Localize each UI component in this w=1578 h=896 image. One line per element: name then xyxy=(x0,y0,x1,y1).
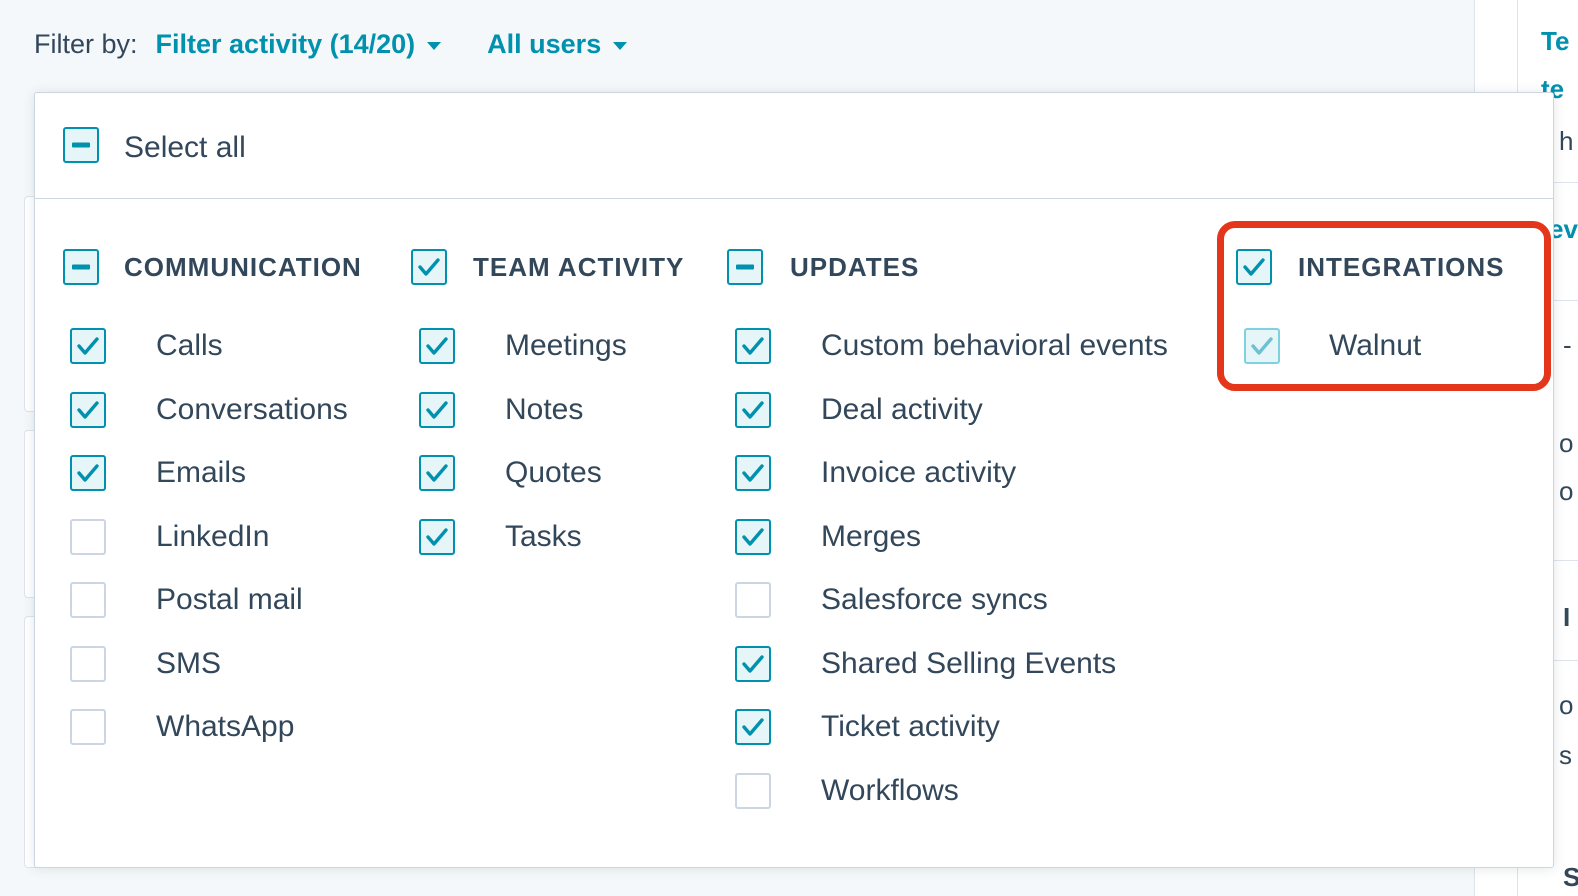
filter-checkbox-calls[interactable] xyxy=(70,328,106,364)
filter-option-label[interactable]: Deal activity xyxy=(821,392,983,428)
users-filter-label: All users xyxy=(487,28,602,59)
group-header: UPDATES xyxy=(790,252,920,282)
filter-checkbox-tasks[interactable] xyxy=(419,519,455,555)
group-header: COMMUNICATION xyxy=(124,252,362,282)
checkmark-icon xyxy=(418,258,440,276)
filter-checkbox-salesforce-syncs[interactable] xyxy=(735,582,771,618)
checkmark-icon xyxy=(77,401,99,419)
filter-checkbox-workflows[interactable] xyxy=(735,773,771,809)
minus-icon xyxy=(72,264,90,270)
filter-option-label[interactable]: Calls xyxy=(156,328,223,364)
sidebar-text-fragment: o xyxy=(1559,690,1574,720)
filter-activity-dropdown[interactable]: Filter activity (14/20) xyxy=(156,29,442,60)
filter-checkbox-ticket-activity[interactable] xyxy=(735,709,771,745)
select-all-row[interactable]: Select all xyxy=(35,93,1553,199)
filter-option-label[interactable]: Invoice activity xyxy=(821,455,1016,491)
filter-checkbox-notes[interactable] xyxy=(419,392,455,428)
filter-option-label[interactable]: Salesforce syncs xyxy=(821,582,1048,618)
sidebar-text-fragment: o xyxy=(1559,476,1574,506)
filter-checkbox-deal-activity[interactable] xyxy=(735,392,771,428)
activity-filter-dropdown: Select all COMMUNICATION Calls Conversatio… xyxy=(34,92,1554,868)
filter-option-label[interactable]: Conversations xyxy=(156,392,348,428)
sidebar-text-fragment: h xyxy=(1559,126,1574,156)
filter-option-label[interactable]: Emails xyxy=(156,455,246,491)
checkmark-icon xyxy=(426,528,448,546)
filter-checkbox-emails[interactable] xyxy=(70,455,106,491)
checkmark-icon xyxy=(77,464,99,482)
checkmark-icon xyxy=(426,401,448,419)
sidebar-text-fragment: s xyxy=(1559,740,1572,770)
filter-activity-label: Filter activity (14/20) xyxy=(155,28,416,59)
users-filter-dropdown[interactable]: All users xyxy=(487,28,628,60)
checkmark-icon xyxy=(742,464,764,482)
checkmark-icon xyxy=(742,655,764,673)
filter-checkbox-quotes[interactable] xyxy=(419,455,455,491)
group-checkbox-communication[interactable] xyxy=(63,249,99,285)
filter-option-label[interactable]: Quotes xyxy=(505,455,602,491)
filter-checkbox-whatsapp[interactable] xyxy=(70,709,106,745)
filter-checkbox-sms[interactable] xyxy=(70,646,106,682)
minus-icon xyxy=(72,142,90,148)
sidebar-text-fragment[interactable]: Te xyxy=(1541,26,1569,57)
filter-checkbox-custom-behavioral-events[interactable] xyxy=(735,328,771,364)
filter-option-label[interactable]: WhatsApp xyxy=(156,709,294,745)
filter-option-label[interactable]: Merges xyxy=(821,519,921,555)
select-all-label: Select all xyxy=(124,131,246,164)
filter-checkbox-postal-mail[interactable] xyxy=(70,582,106,618)
checkmark-icon xyxy=(426,337,448,355)
checkmark-icon xyxy=(426,464,448,482)
filter-option-label[interactable]: Tasks xyxy=(505,519,582,555)
filter-option-label[interactable]: Workflows xyxy=(821,773,959,809)
filter-option-label[interactable]: SMS xyxy=(156,646,221,682)
sidebar-text-fragment: o xyxy=(1559,428,1574,458)
filter-option-label[interactable]: LinkedIn xyxy=(156,519,269,555)
filter-checkbox-merges[interactable] xyxy=(735,519,771,555)
filter-option-label[interactable]: Postal mail xyxy=(156,582,303,618)
filter-checkbox-shared-selling-events[interactable] xyxy=(735,646,771,682)
minus-icon xyxy=(736,264,754,270)
filter-option-label[interactable]: Ticket activity xyxy=(821,709,1000,745)
filter-checkbox-linkedin[interactable] xyxy=(70,519,106,555)
checkmark-icon xyxy=(77,337,99,355)
filter-bar: Filter by: Filter activity (14/20) All u… xyxy=(34,22,628,66)
highlight-box xyxy=(1217,221,1551,391)
sidebar-text-fragment: - xyxy=(1563,330,1572,360)
sidebar-text-fragment: I xyxy=(1563,602,1571,632)
group-checkbox-updates[interactable] xyxy=(727,249,763,285)
checkmark-icon xyxy=(742,528,764,546)
filter-option-label[interactable]: Shared Selling Events xyxy=(821,646,1116,682)
filter-by-label: Filter by: xyxy=(34,28,138,59)
filter-checkbox-meetings[interactable] xyxy=(419,328,455,364)
checkmark-icon xyxy=(742,401,764,419)
sidebar-text-fragment: S xyxy=(1563,862,1578,892)
caret-down-icon xyxy=(613,41,628,50)
filter-option-label[interactable]: Custom behavioral events xyxy=(821,328,1168,364)
group-checkbox-team-activity[interactable] xyxy=(411,249,447,285)
group-header: TEAM ACTIVITY xyxy=(473,252,685,282)
filter-checkbox-conversations[interactable] xyxy=(70,392,106,428)
filter-option-label[interactable]: Notes xyxy=(505,392,583,428)
filter-option-label[interactable]: Meetings xyxy=(505,328,627,364)
checkmark-icon xyxy=(742,337,764,355)
filter-checkbox-invoice-activity[interactable] xyxy=(735,455,771,491)
checkmark-icon xyxy=(742,718,764,736)
select-all-checkbox[interactable] xyxy=(63,127,99,163)
caret-down-icon xyxy=(427,41,442,50)
